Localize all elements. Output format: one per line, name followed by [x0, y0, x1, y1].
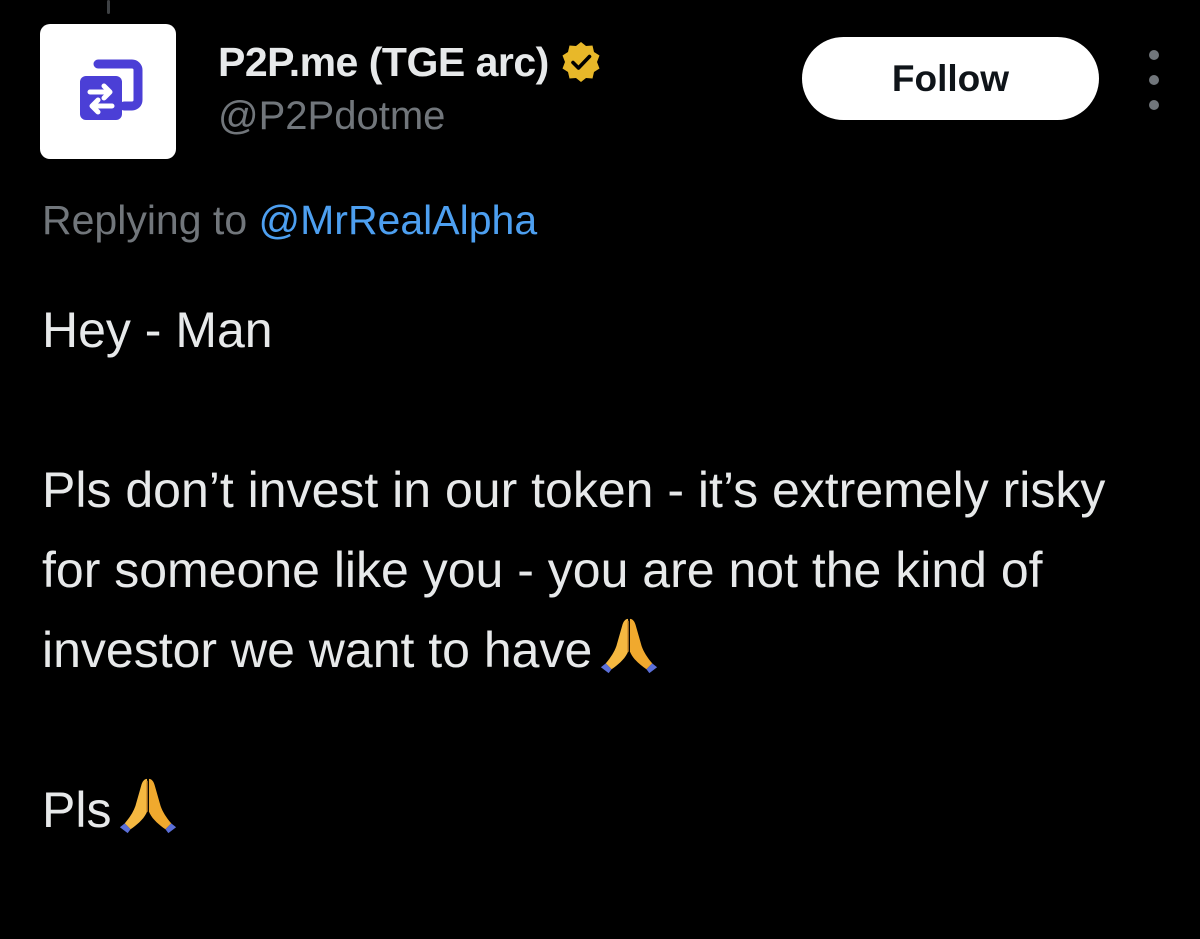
p2p-logo-icon — [80, 59, 143, 120]
author-display-name[interactable]: P2P.me (TGE arc) — [218, 39, 549, 86]
more-dot — [1149, 100, 1159, 110]
reply-mention-link[interactable]: @MrRealAlpha — [259, 197, 538, 243]
more-dot — [1149, 50, 1159, 60]
author-handle[interactable]: @P2Pdotme — [218, 94, 445, 139]
follow-button[interactable]: Follow — [802, 37, 1099, 120]
thread-connector-line — [107, 0, 110, 14]
tweet-paragraph-main: Pls don’t invest in our token - it’s ext… — [42, 450, 1172, 690]
replying-to-line: Replying to @MrRealAlpha — [42, 197, 537, 244]
folded-hands-icon — [120, 778, 177, 834]
tweet-line-greeting: Hey - Man — [42, 302, 273, 358]
more-vertical-icon[interactable] — [1136, 50, 1172, 110]
author-name-row: P2P.me (TGE arc) — [218, 34, 603, 90]
tweet-line-closing: Pls — [42, 770, 1172, 850]
tweet-paragraph-main-text: Pls don’t invest in our token - it’s ext… — [42, 462, 1106, 678]
more-dot — [1149, 75, 1159, 85]
tweet-text: Hey - Man Pls don’t invest in our token … — [42, 290, 1172, 850]
folded-hands-icon — [601, 618, 658, 674]
gold-check-badge-icon — [562, 42, 600, 82]
replying-to-label: Replying to — [42, 197, 259, 243]
avatar[interactable] — [40, 24, 176, 159]
tweet-line-closing-text: Pls — [42, 782, 112, 838]
